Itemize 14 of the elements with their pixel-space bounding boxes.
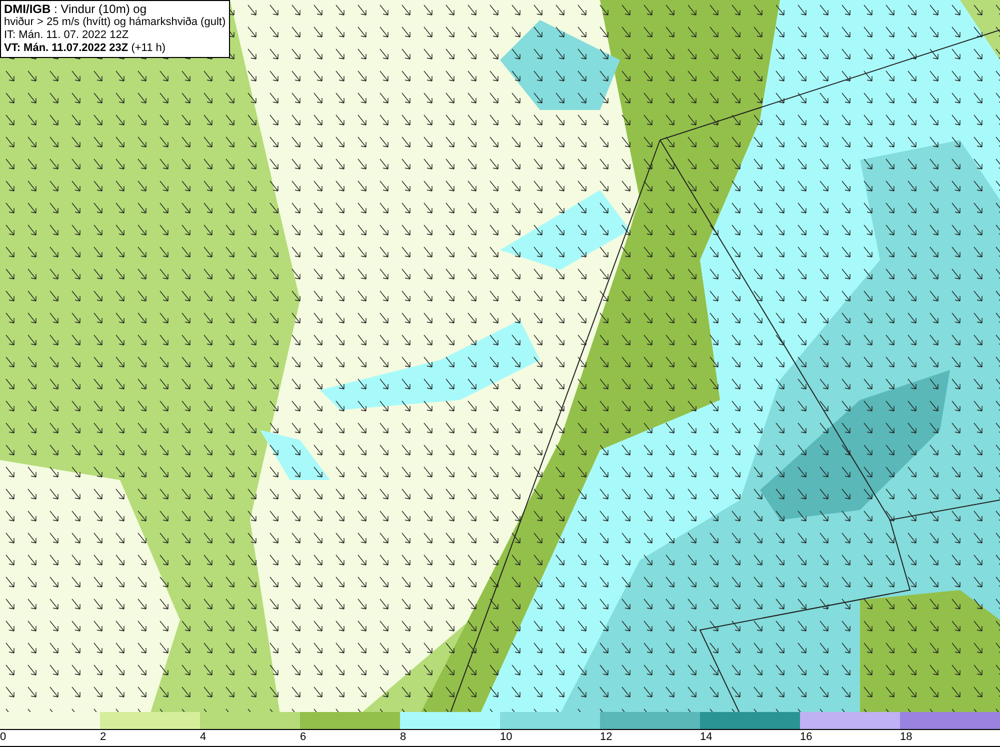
legend-label: 0 <box>0 730 8 746</box>
legend-label: 6 <box>300 730 308 746</box>
info-text: VT: Mán. 11.07.2022 23Z (+11 h) <box>4 42 167 55</box>
info-text: hviður > 25 m/s (hvítt) og hámarkshviða (gult) <box>4 16 226 29</box>
legend-label: 8 <box>400 730 408 746</box>
legend-label: 18 <box>900 730 914 746</box>
legend-label: 16 <box>800 730 814 746</box>
legend-label: 14 <box>700 730 714 746</box>
info-text: IT: Mán. 11. 07. 2022 12Z <box>4 29 130 42</box>
legend-label: 4 <box>200 730 208 746</box>
legend-label: 2 <box>100 730 108 746</box>
legend-label: 12 <box>600 730 614 746</box>
legend-label: 10 <box>500 730 514 746</box>
info-text: DMI/IGB : Vindur (10m) og <box>4 3 148 16</box>
